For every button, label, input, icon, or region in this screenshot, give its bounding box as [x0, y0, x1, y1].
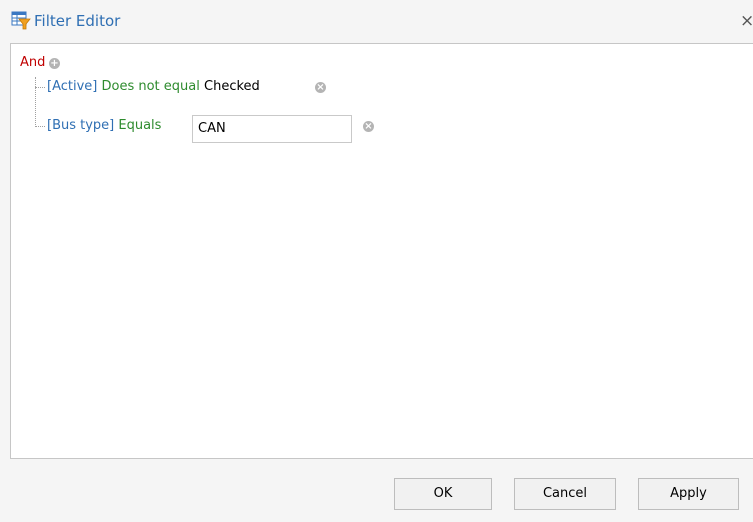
tree-connector	[35, 77, 36, 127]
remove-condition-button[interactable]: ×	[315, 82, 326, 93]
add-condition-button[interactable]: +	[49, 58, 60, 69]
remove-condition-button[interactable]: ×	[363, 121, 374, 132]
filter-tree-panel: And + [Active] Does not equal Checked × …	[10, 43, 753, 459]
apply-button[interactable]: Apply	[638, 478, 739, 510]
condition-row: [Active] Does not equal Checked	[47, 77, 260, 97]
cancel-button[interactable]: Cancel	[514, 478, 616, 510]
close-button[interactable]: ×	[740, 10, 753, 32]
tree-connector	[35, 126, 45, 127]
ok-button[interactable]: OK	[394, 478, 492, 510]
title-bar: Filter Editor ×	[0, 0, 753, 42]
condition-field[interactable]: [Active]	[47, 79, 97, 94]
filter-table-icon	[11, 10, 31, 30]
filter-editor-dialog: Filter Editor × And + [Active] Does not …	[0, 0, 753, 522]
window-title: Filter Editor	[34, 12, 121, 30]
condition-value[interactable]: Checked	[204, 79, 260, 94]
condition-row: [Bus type] Equals	[47, 116, 161, 136]
condition-value-input[interactable]: CAN	[192, 115, 352, 143]
tree-connector	[35, 87, 45, 88]
condition-operator[interactable]: Does not equal	[102, 79, 200, 94]
group-operator-link[interactable]: And	[20, 53, 45, 73]
condition-operator[interactable]: Equals	[118, 118, 161, 133]
condition-field[interactable]: [Bus type]	[47, 118, 114, 133]
